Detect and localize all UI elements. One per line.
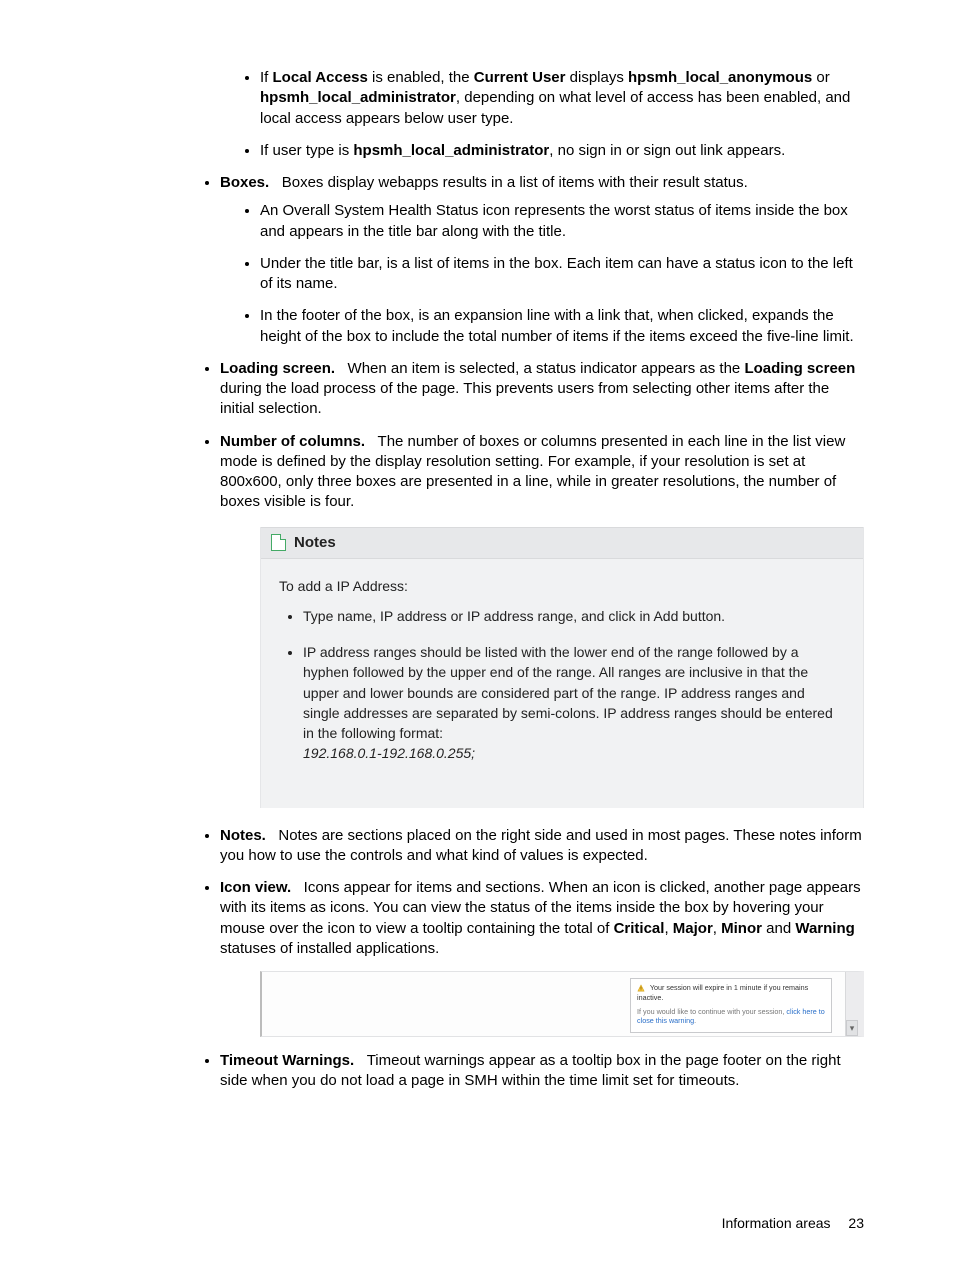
document-page: If Local Access is enabled, the Current … — [0, 0, 954, 1092]
list-item-columns: Number of columns. The number of boxes o… — [220, 432, 864, 808]
top-list: If Local Access is enabled, the Current … — [90, 68, 864, 1092]
list-item: If user type is hpsmh_local_administrato… — [260, 141, 864, 161]
list-item-iconview: Icon view. Icons appear for items and se… — [220, 878, 864, 1037]
notes-panel: Notes To add a IP Address: Type name, IP… — [260, 527, 864, 808]
list-item: IP address ranges should be listed with … — [303, 642, 845, 764]
list-item: Type name, IP address or IP address rang… — [303, 606, 845, 626]
list-item: An Overall System Health Status icon rep… — [260, 201, 864, 242]
page-number: 23 — [848, 1215, 864, 1231]
scrollbar[interactable]: ▾ — [845, 972, 858, 1036]
list-item-timeout: Timeout Warnings. Timeout warnings appea… — [220, 1051, 864, 1092]
warning-icon — [637, 984, 645, 992]
timeout-tooltip: Your session will expire in 1 minute if … — [630, 978, 832, 1033]
page-footer: Information areas 23 — [0, 1215, 954, 1231]
list-item: Under the title bar, is a list of items … — [260, 254, 864, 295]
scroll-down-button[interactable]: ▾ — [846, 1020, 858, 1036]
notes-panel-header: Notes — [261, 527, 863, 559]
list-item-notes: Notes. Notes are sections placed on the … — [220, 826, 864, 867]
list-item-loading: Loading screen. When an item is selected… — [220, 359, 864, 420]
notes-title: Notes — [294, 533, 336, 553]
notes-intro: To add a IP Address: — [279, 577, 845, 596]
list-item-boxes: Boxes. Boxes display webapps results in … — [220, 173, 864, 347]
list-item: In the footer of the box, is an expansio… — [260, 306, 864, 347]
document-icon — [271, 534, 286, 551]
timeout-screenshot: Your session will expire in 1 minute if … — [260, 971, 864, 1037]
list-item: If Local Access is enabled, the Current … — [260, 68, 864, 129]
footer-section: Information areas — [722, 1215, 831, 1231]
